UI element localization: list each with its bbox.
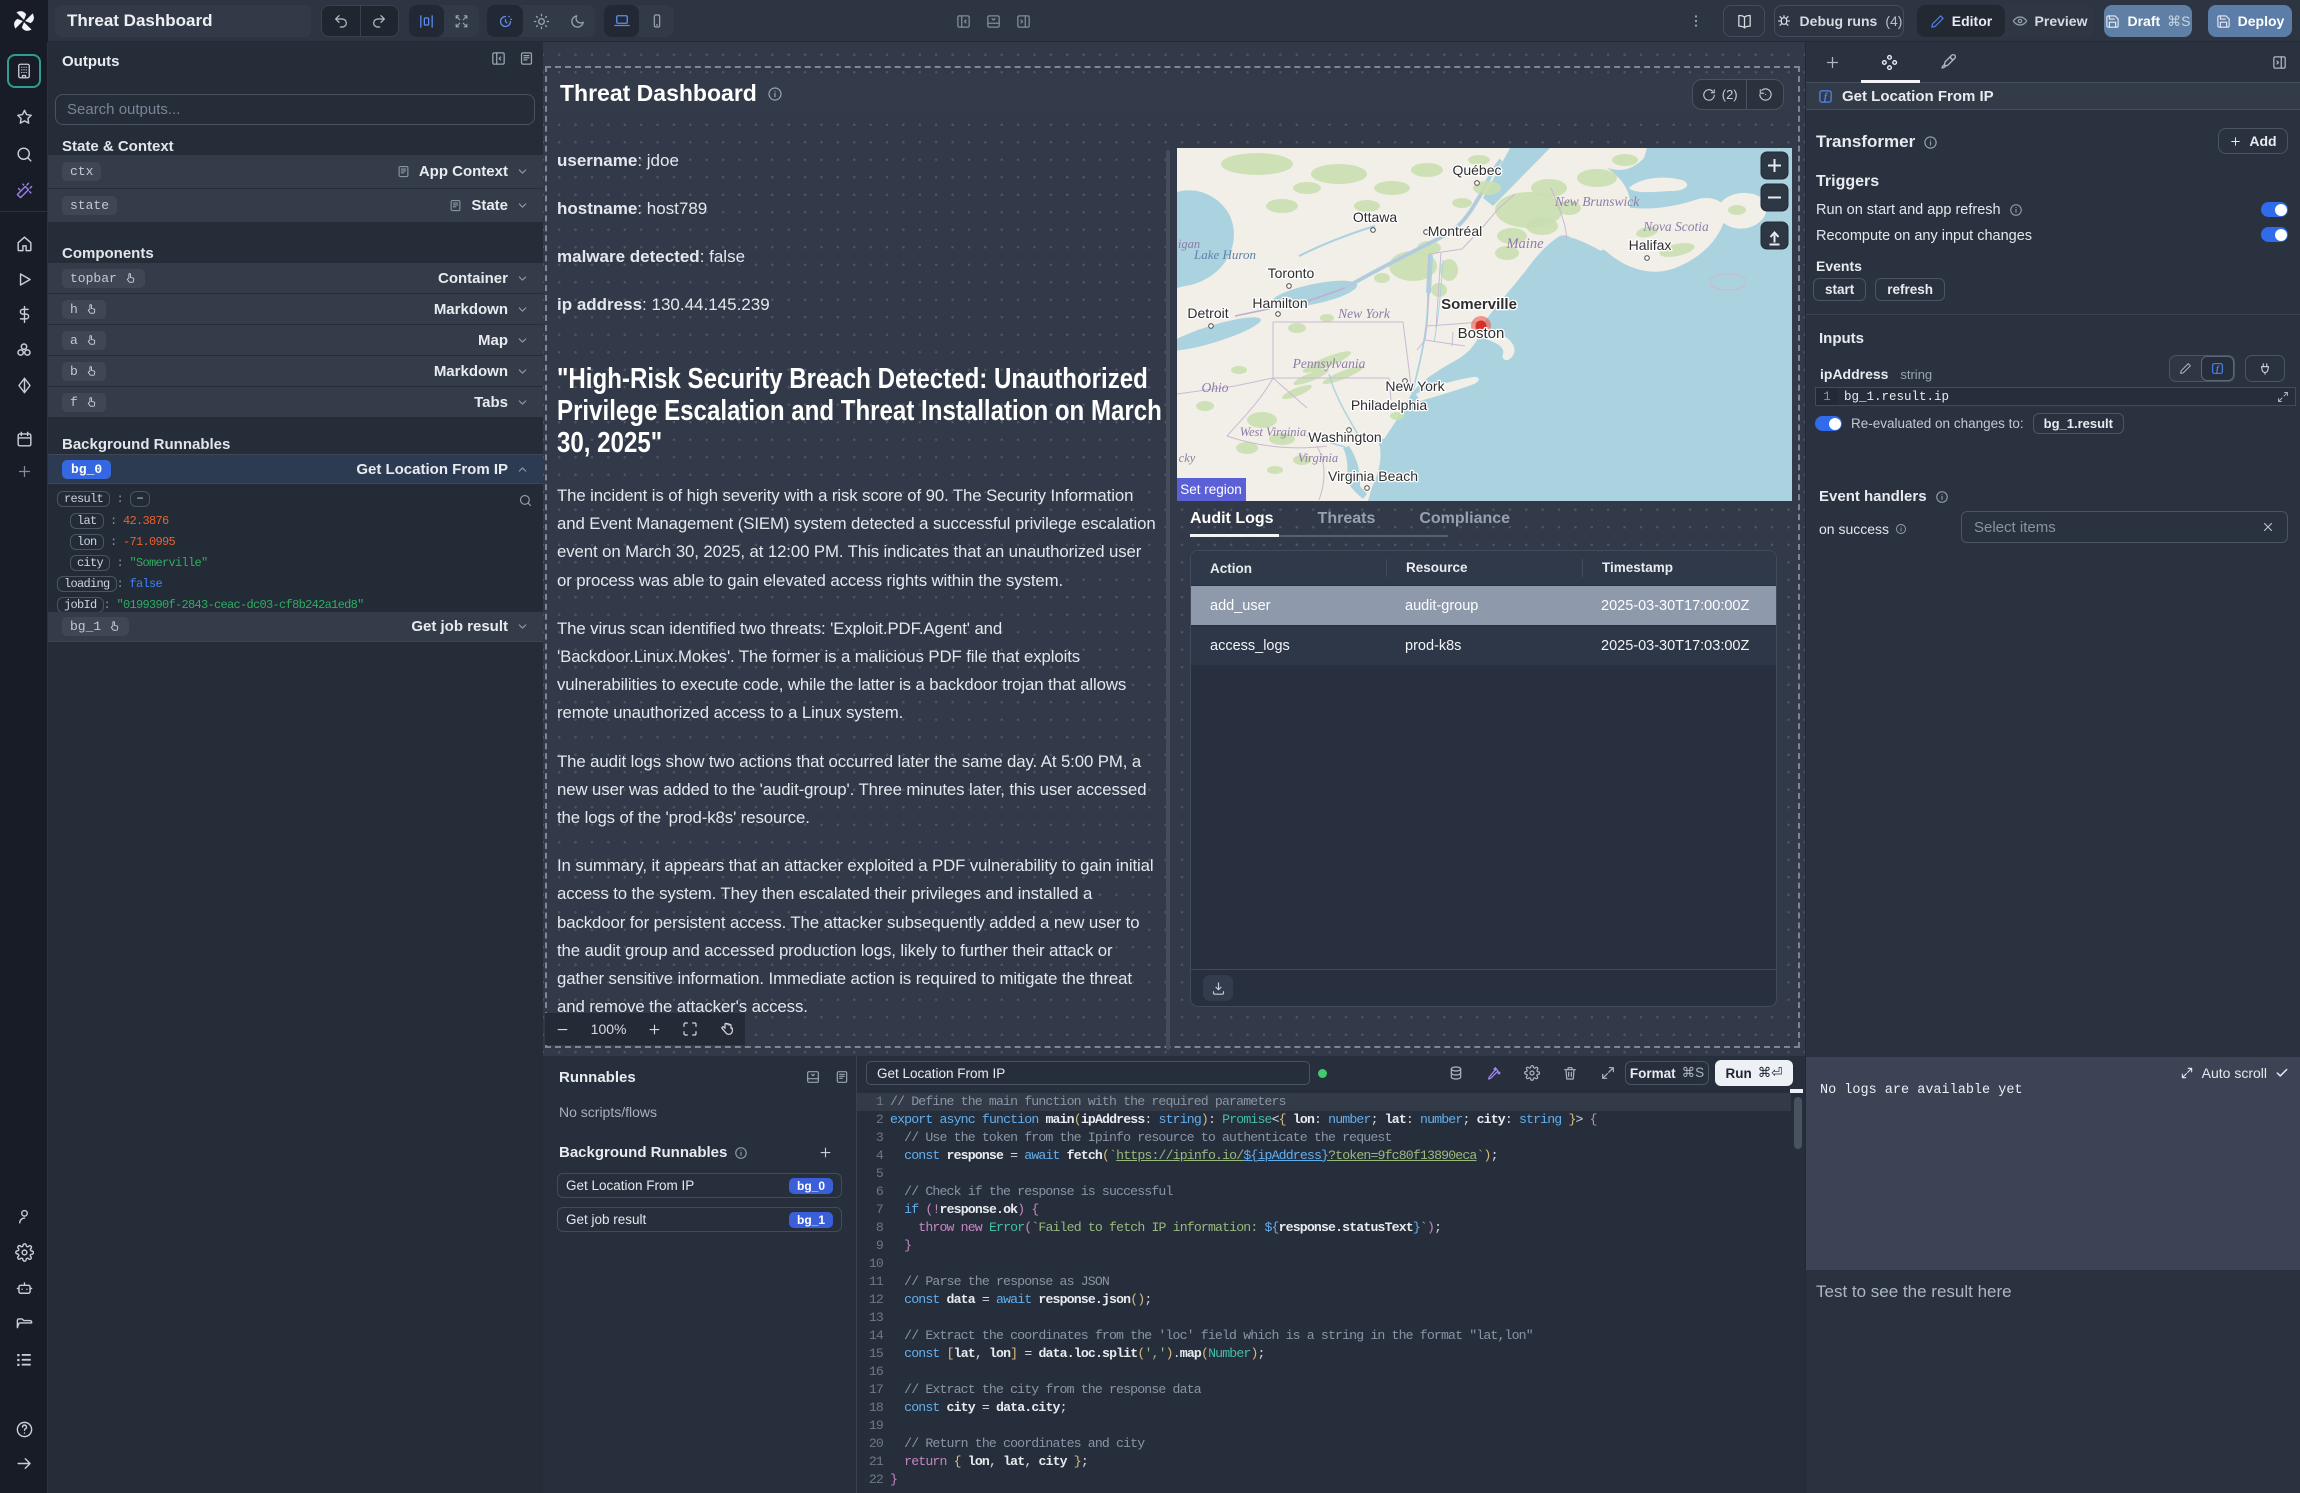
svg-text:Somerville: Somerville: [1441, 296, 1517, 313]
svg-text:Pennsylvania: Pennsylvania: [1292, 356, 1366, 371]
svg-text:f: f: [2216, 363, 2220, 373]
svg-text:Nova Scotia: Nova Scotia: [1642, 219, 1709, 234]
svg-text:Virginia: Virginia: [1298, 451, 1338, 465]
svg-text:cky: cky: [1179, 451, 1196, 465]
svg-text:Virginia Beach: Virginia Beach: [1328, 468, 1418, 484]
svg-text:Toronto: Toronto: [1268, 265, 1315, 281]
svg-text:f: f: [1824, 91, 1829, 102]
svg-text:West Virginia: West Virginia: [1240, 425, 1307, 439]
svg-text:Washington: Washington: [1308, 429, 1381, 445]
svg-text:Philadelphia: Philadelphia: [1351, 397, 1427, 413]
svg-text:Ottawa: Ottawa: [1353, 209, 1398, 225]
svg-text:Detroit: Detroit: [1187, 305, 1228, 321]
svg-text:igan: igan: [1178, 237, 1200, 251]
svg-text:Set region: Set region: [1180, 482, 1242, 497]
svg-text:Lake Huron: Lake Huron: [1193, 247, 1256, 262]
svg-text:New York: New York: [1337, 306, 1391, 321]
svg-text:Québec: Québec: [1452, 162, 1501, 178]
svg-text:Hamilton: Hamilton: [1252, 295, 1307, 311]
svg-text:New Brunswick: New Brunswick: [1554, 194, 1640, 209]
svg-text:New York: New York: [1385, 378, 1445, 394]
svg-text:Maine: Maine: [1505, 236, 1544, 252]
svg-text:Ohio: Ohio: [1202, 380, 1229, 395]
svg-text:Montréal: Montréal: [1428, 223, 1482, 239]
svg-text:Halifax: Halifax: [1629, 237, 1672, 253]
svg-text:Boston: Boston: [1458, 325, 1505, 342]
